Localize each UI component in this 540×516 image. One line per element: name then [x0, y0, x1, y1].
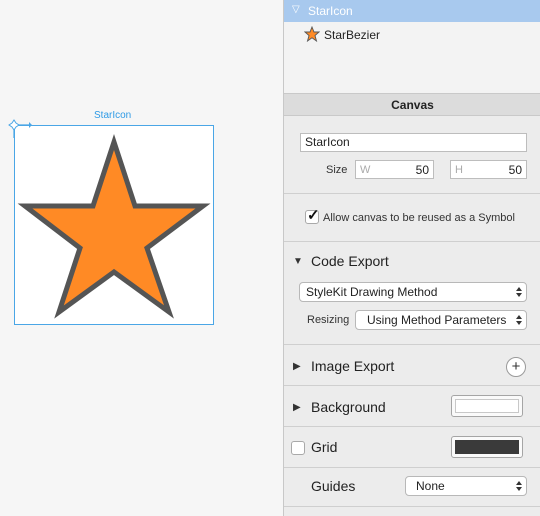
inspector-panel: ▽ StarIcon StarBezier Canvas StarIcon Si… — [283, 0, 540, 516]
add-image-export-button[interactable]: + — [506, 357, 526, 377]
divider — [284, 426, 540, 427]
popup-arrows-icon — [516, 481, 522, 491]
expand-toggle-icon[interactable]: ▽ — [292, 4, 300, 15]
image-export-title[interactable]: Image Export — [311, 358, 394, 374]
resizing-label: Resizing — [307, 314, 350, 326]
height-field[interactable]: H 50 — [450, 160, 527, 179]
width-value: 50 — [415, 163, 429, 177]
background-color-well[interactable] — [451, 395, 523, 417]
divider — [284, 385, 540, 386]
canvas-section-header: Canvas — [284, 94, 540, 116]
size-label: Size — [326, 164, 348, 176]
background-color-swatch — [455, 399, 519, 413]
drawing-method-popup[interactable]: StyleKit Drawing Method — [299, 282, 527, 302]
reuse-symbol-label[interactable]: Allow canvas to be reused as a Symbol — [323, 212, 515, 224]
divider — [284, 506, 540, 507]
width-placeholder: W — [360, 164, 371, 176]
height-value: 50 — [508, 163, 522, 177]
design-canvas[interactable]: StarIcon — [0, 0, 283, 516]
divider — [284, 344, 540, 345]
drawing-method-value: StyleKit Drawing Method — [306, 285, 438, 299]
artboard-label[interactable]: StarIcon — [94, 110, 131, 121]
grid-color-well[interactable] — [451, 436, 523, 458]
layer-name: StarBezier — [324, 28, 381, 42]
width-field[interactable]: W 50 — [355, 160, 434, 179]
star-icon — [304, 26, 320, 42]
guides-title: Guides — [311, 478, 356, 494]
checkmark-icon: ✓ — [307, 207, 320, 224]
background-disclosure-icon[interactable]: ▶ — [293, 402, 301, 413]
code-export-title[interactable]: Code Export — [311, 253, 389, 269]
reuse-symbol-checkbox[interactable]: ✓ — [305, 207, 320, 224]
star-shape[interactable] — [15, 126, 213, 324]
artboard-staricon[interactable] — [14, 125, 214, 325]
grid-title[interactable]: Grid — [311, 439, 337, 455]
layers-list: ▽ StarIcon StarBezier — [284, 0, 540, 94]
image-export-disclosure-icon[interactable]: ▶ — [293, 361, 301, 372]
layer-name: StarIcon — [308, 4, 353, 18]
code-export-disclosure-icon[interactable]: ▼ — [293, 256, 303, 267]
background-title[interactable]: Background — [311, 399, 386, 415]
layer-row-starbezier[interactable]: StarBezier — [304, 26, 524, 44]
height-placeholder: H — [455, 164, 463, 176]
divider — [284, 467, 540, 468]
guides-popup[interactable]: None — [405, 476, 527, 496]
resizing-popup[interactable]: Using Method Parameters — [355, 310, 527, 330]
guides-value: None — [416, 479, 445, 493]
grid-color-swatch — [455, 440, 519, 454]
grid-checkbox[interactable] — [291, 441, 305, 455]
popup-arrows-icon — [516, 287, 522, 297]
resizing-value: Using Method Parameters — [367, 313, 507, 327]
canvas-name-field[interactable]: StarIcon — [300, 133, 527, 152]
artboard-origin-icon — [8, 119, 32, 138]
layer-row-staricon[interactable]: ▽ StarIcon — [284, 0, 540, 22]
popup-arrows-icon — [516, 315, 522, 325]
divider — [284, 193, 540, 194]
divider — [284, 241, 540, 242]
